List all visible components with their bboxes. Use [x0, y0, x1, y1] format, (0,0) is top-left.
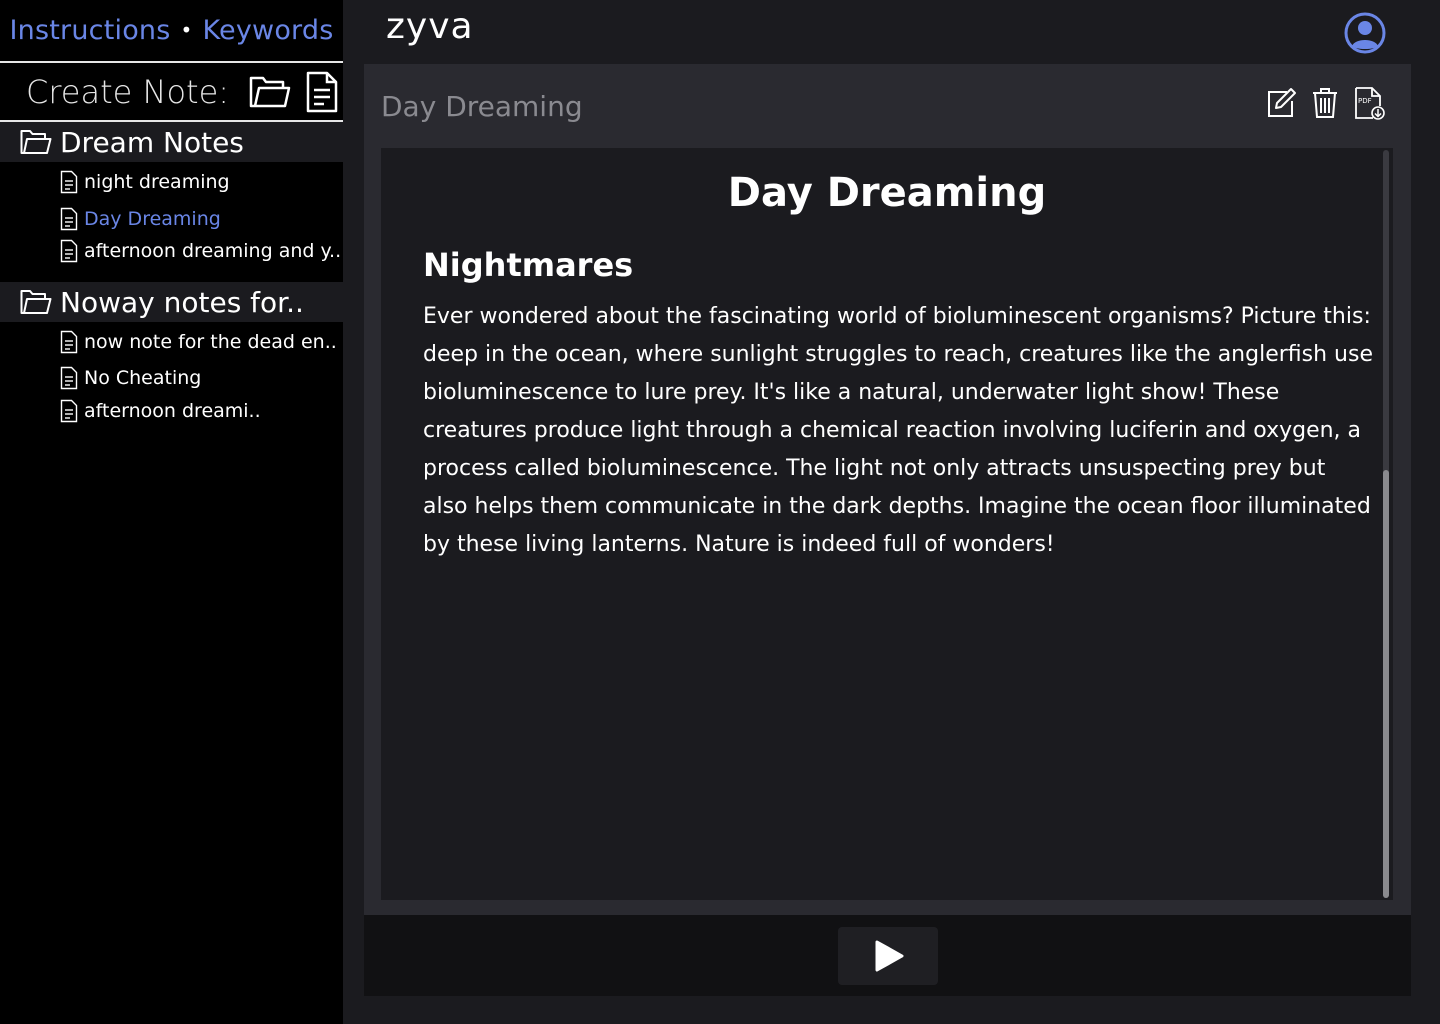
editor-scrollbar[interactable] — [1383, 150, 1389, 898]
folder-open-icon[interactable] — [249, 74, 291, 110]
note-title: afternoon dreaming and y.. — [84, 240, 342, 262]
file-text-icon[interactable] — [305, 70, 339, 114]
divider — [0, 61, 343, 63]
keywords-link[interactable]: Keywords — [203, 15, 334, 46]
note-item-afternoon-dreami[interactable]: afternoon dreami.. — [60, 399, 261, 423]
file-icon — [60, 239, 78, 263]
file-icon — [60, 170, 78, 194]
pdf-download-icon[interactable]: PDF — [1353, 86, 1385, 120]
file-icon — [60, 207, 78, 231]
folder-dream-notes[interactable]: Dream Notes — [0, 122, 343, 162]
scrollbar-thumb[interactable] — [1383, 470, 1389, 898]
document-title: Day Dreaming — [727, 170, 1047, 216]
user-circle-icon[interactable] — [1344, 12, 1386, 54]
note-item-day-dreaming[interactable]: Day Dreaming — [60, 207, 221, 231]
folder-name: Dream Notes — [60, 125, 244, 159]
note-item-night-dreaming[interactable]: night dreaming — [60, 170, 230, 194]
file-icon — [60, 330, 78, 354]
note-actions: PDF — [1265, 86, 1385, 120]
create-note-label: Create Note: — [26, 73, 230, 111]
folder-name: Noway notes for.. — [60, 285, 304, 319]
folder-icon — [20, 289, 52, 315]
player-bar — [364, 915, 1411, 996]
note-title-bar: Day Dreaming — [381, 90, 583, 123]
note-item-no-cheating[interactable]: No Cheating — [60, 366, 201, 390]
file-icon — [60, 366, 78, 390]
play-icon — [871, 939, 905, 973]
top-nav: Instructions • Keywords — [0, 0, 343, 60]
svg-text:PDF: PDF — [1358, 97, 1372, 105]
note-title: now note for the dead en.. — [84, 331, 337, 353]
edit-icon[interactable] — [1265, 87, 1297, 119]
note-title: No Cheating — [84, 367, 202, 389]
note-title: afternoon dreami.. — [84, 400, 261, 422]
sidebar: Instructions • Keywords Create Note: Dre… — [0, 0, 343, 1024]
folder-icon — [20, 129, 52, 155]
nav-separator: • — [180, 18, 193, 42]
play-button[interactable] — [838, 927, 938, 985]
instructions-link[interactable]: Instructions — [10, 15, 171, 46]
note-editor[interactable]: Day Dreaming Nightmares Ever wondered ab… — [381, 148, 1393, 900]
create-note-row: Create Note: — [0, 64, 343, 120]
note-panel: Day Dreaming PDF Day Dreaming Nightmares… — [364, 64, 1411, 915]
file-icon — [60, 399, 78, 423]
app-logo: zyva — [386, 6, 474, 47]
note-title: Day Dreaming — [84, 208, 221, 230]
note-item-afternoon-dreaming[interactable]: afternoon dreaming and y.. — [60, 239, 341, 263]
note-item-now-note[interactable]: now note for the dead en.. — [60, 330, 337, 354]
document-heading: Nightmares — [423, 246, 634, 284]
note-title: night dreaming — [84, 171, 230, 193]
document-body: Ever wondered about the fascinating worl… — [423, 304, 1373, 557]
trash-icon[interactable] — [1311, 87, 1339, 119]
folder-noway-notes[interactable]: Noway notes for.. — [0, 282, 343, 322]
